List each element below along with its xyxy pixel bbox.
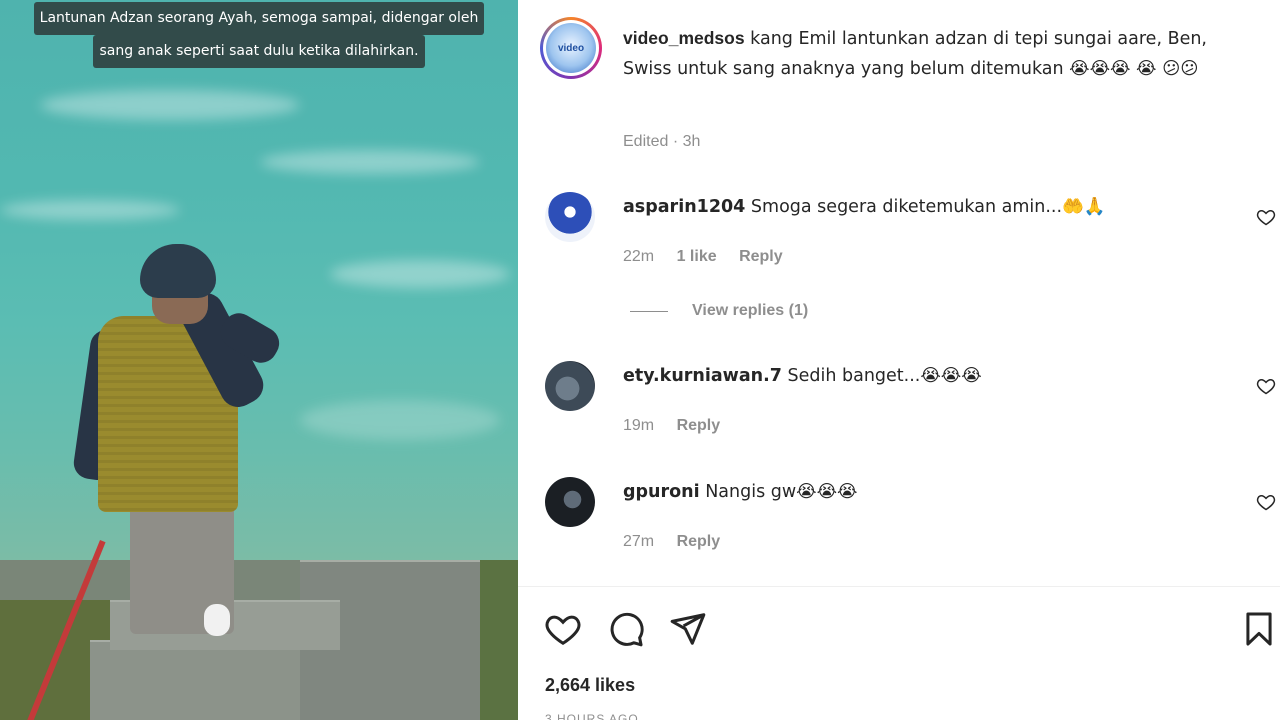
comment-body: Smoga segera diketemukan amin...🤲🙏 bbox=[745, 197, 1106, 217]
comment-meta: 27m Reply bbox=[623, 533, 738, 551]
water-highlight bbox=[260, 150, 480, 174]
account-logo: video bbox=[546, 23, 596, 73]
comment-likes[interactable]: 1 like bbox=[677, 248, 717, 265]
account-avatar[interactable]: video bbox=[540, 17, 602, 79]
send-icon[interactable] bbox=[669, 610, 707, 648]
comment-text: ety.kurniawan.7 Sedih banget...😭😭😭 bbox=[623, 366, 982, 386]
post-username[interactable]: video_medsos bbox=[623, 28, 745, 48]
reply-button[interactable]: Reply bbox=[677, 417, 721, 434]
post-media-video[interactable]: Lantunan Adzan seorang Ayah, semoga samp… bbox=[0, 0, 518, 720]
comment-username[interactable]: ety.kurniawan.7 bbox=[623, 366, 782, 386]
view-replies-label: View replies (1) bbox=[692, 302, 809, 319]
edited-timestamp: Edited · 3h bbox=[623, 133, 701, 150]
reply-button[interactable]: Reply bbox=[739, 248, 783, 265]
comment-time: 19m bbox=[623, 417, 655, 434]
actions-divider bbox=[518, 586, 1280, 587]
water-highlight bbox=[40, 90, 300, 120]
comment-like-heart-icon[interactable] bbox=[1256, 207, 1276, 227]
caption-line-2: sang anak seperti saat dulu ketika dilah… bbox=[93, 35, 425, 68]
cap bbox=[140, 244, 216, 298]
comment-meta: 22m 1 like Reply bbox=[623, 248, 801, 266]
post-time-ago: 3 HOURS AGO bbox=[545, 712, 639, 720]
comment-username[interactable]: asparin1204 bbox=[623, 197, 745, 217]
water-highlight bbox=[330, 260, 510, 288]
comment-time: 22m bbox=[623, 248, 655, 265]
commenter-avatar[interactable] bbox=[545, 192, 595, 242]
video-caption: Lantunan Adzan seorang Ayah, semoga samp… bbox=[14, 2, 504, 68]
reply-button[interactable]: Reply bbox=[677, 533, 721, 550]
comment-time: 27m bbox=[623, 533, 655, 550]
view-replies-button[interactable]: View replies (1) bbox=[630, 302, 808, 320]
bookmark-icon[interactable] bbox=[1240, 610, 1278, 648]
heart-icon[interactable] bbox=[544, 610, 582, 648]
commenter-avatar[interactable] bbox=[545, 361, 595, 411]
man-figure bbox=[71, 240, 290, 640]
commenter-avatar[interactable] bbox=[545, 477, 595, 527]
comment-like-heart-icon[interactable] bbox=[1256, 376, 1276, 396]
comment-username[interactable]: gpuroni bbox=[623, 482, 700, 502]
shoe bbox=[204, 604, 230, 636]
replies-divider-line bbox=[630, 310, 668, 312]
comment-body: Sedih banget...😭😭😭 bbox=[781, 366, 982, 386]
water-highlight bbox=[300, 400, 500, 440]
comment-like-heart-icon[interactable] bbox=[1256, 492, 1276, 512]
comment-text: gpuroni Nangis gw😭😭😭 bbox=[623, 482, 858, 502]
comment-meta: 19m Reply bbox=[623, 417, 738, 435]
post-caption: video_medsos kang Emil lantunkan adzan d… bbox=[623, 24, 1223, 84]
caption-line-1: Lantunan Adzan seorang Ayah, semoga samp… bbox=[33, 2, 485, 35]
comment-icon[interactable] bbox=[607, 610, 645, 648]
likes-count[interactable]: 2,664 likes bbox=[545, 675, 635, 696]
comment-text: asparin1204 Smoga segera diketemukan ami… bbox=[623, 197, 1106, 217]
water-highlight bbox=[0, 200, 180, 220]
post-details-panel: video video_medsos kang Emil lantunkan a… bbox=[518, 0, 1280, 720]
comment-body: Nangis gw😭😭😭 bbox=[699, 482, 858, 502]
